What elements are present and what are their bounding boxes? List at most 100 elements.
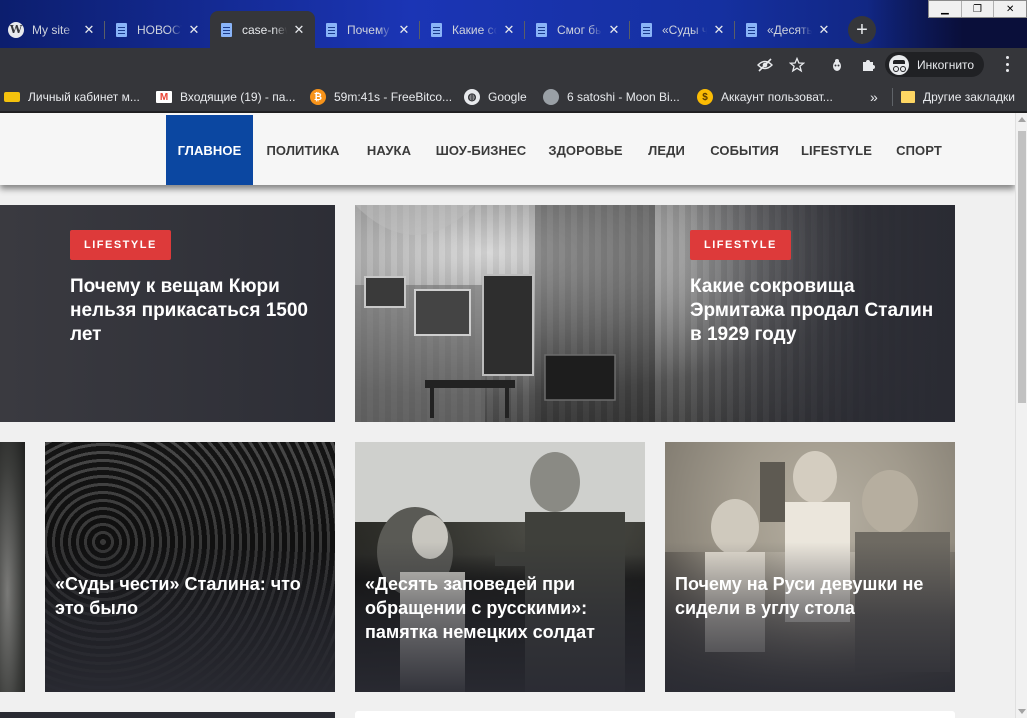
- gmail-icon: M: [156, 91, 172, 103]
- bookmark-item[interactable]: 6 satoshi - Moon Bi...: [543, 88, 680, 106]
- bookmark-label: Личный кабинет м...: [28, 90, 140, 104]
- bookmark-item[interactable]: $ Аккаунт пользоват...: [697, 88, 833, 106]
- scroll-down-icon[interactable]: [1018, 709, 1026, 714]
- tab-sudy[interactable]: «Суды чести» ✕: [630, 11, 735, 48]
- bookmark-label: 59m:41s - FreeBitco...: [334, 90, 453, 104]
- tab-title: My site: [32, 22, 71, 37]
- moon-icon: [543, 89, 559, 105]
- site-nav: Главное Политика Наука Шоу-бизнес Здоров…: [0, 113, 1015, 185]
- document-icon: [638, 22, 654, 38]
- tab-list: W My site ✕ НОВОСТИ ✕ case-news ✕ Почему…: [0, 11, 840, 48]
- nav-item-sport[interactable]: Спорт: [883, 115, 955, 185]
- article-headline[interactable]: Почему на Руси девушки не сидели в углу …: [675, 572, 950, 620]
- bookmark-label: Входящие (19) - па...: [180, 90, 296, 104]
- minimize-icon[interactable]: ▁: [929, 1, 962, 17]
- bookmark-item[interactable]: ◍ Google: [464, 88, 527, 106]
- nav-item-show-business[interactable]: Шоу-бизнес: [425, 115, 537, 185]
- close-icon[interactable]: ✕: [501, 22, 517, 38]
- scroll-thumb[interactable]: [1018, 131, 1026, 403]
- page-scrollbar[interactable]: [1015, 113, 1027, 718]
- featured-card-hermitage[interactable]: LIFESTYLE Какие сокровища Эрмитажа прода…: [355, 205, 955, 422]
- category-badge[interactable]: LIFESTYLE: [690, 230, 791, 260]
- document-icon: [113, 22, 129, 38]
- article-card-desyat-zapovedey[interactable]: «Десять заповедей при обращении с русски…: [355, 442, 645, 692]
- other-bookmarks[interactable]: Другие закладки: [892, 88, 1015, 106]
- tab-my-site[interactable]: W My site ✕: [0, 11, 105, 48]
- tab-title: НОВОСТИ: [137, 22, 182, 37]
- dollar-icon: $: [697, 89, 713, 105]
- featured-card-curie[interactable]: LIFESTYLE Почему к вещам Кюри нельзя при…: [0, 205, 335, 422]
- tab-case-news[interactable]: case-news ✕: [210, 11, 315, 48]
- eye-off-icon[interactable]: [754, 54, 776, 76]
- tab-title: Почему к вещам: [347, 22, 392, 37]
- nav-item-ledi[interactable]: Леди: [634, 115, 699, 185]
- tab-title: «Суды чести»: [662, 22, 707, 37]
- browser-menu-icon[interactable]: [1005, 56, 1009, 72]
- next-widget-edge: [355, 711, 955, 718]
- document-icon: [533, 22, 549, 38]
- close-icon[interactable]: ✕: [291, 22, 307, 38]
- close-icon[interactable]: ✕: [396, 22, 412, 38]
- tab-pochemu[interactable]: Почему к вещам ✕: [315, 11, 420, 48]
- tab-strip: W My site ✕ НОВОСТИ ✕ case-news ✕ Почему…: [0, 0, 1027, 48]
- bookmark-label: Аккаунт пользоват...: [721, 90, 833, 104]
- card-icon: [4, 92, 20, 102]
- bookmark-label: 6 satoshi - Moon Bi...: [567, 90, 680, 104]
- bookmarks-bar: Личный кабинет м... M Входящие (19) - па…: [0, 81, 1027, 112]
- close-icon[interactable]: ✕: [186, 22, 202, 38]
- incognito-badge[interactable]: Инкогнито: [885, 52, 985, 77]
- document-icon: [743, 22, 759, 38]
- article-card-sudy-chesti[interactable]: «Суды чести» Сталина: что это было: [45, 442, 335, 692]
- close-icon[interactable]: ✕: [606, 22, 622, 38]
- incognito-label: Инкогнито: [917, 57, 975, 72]
- globe-icon: ◍: [464, 89, 480, 105]
- article-card-partial[interactable]: [0, 442, 25, 692]
- bookmark-item[interactable]: M Входящие (19) - па...: [156, 88, 295, 106]
- document-icon: [218, 22, 234, 38]
- article-headline[interactable]: Какие сокровища Эрмитажа продал Сталин в…: [690, 275, 940, 347]
- other-bookmarks-label: Другие закладки: [923, 90, 1015, 104]
- bookmark-label: Google: [488, 90, 527, 104]
- tab-smog[interactable]: Смог бы ✕: [525, 11, 630, 48]
- star-icon[interactable]: [786, 54, 808, 76]
- tab-title: case-news: [242, 22, 287, 37]
- browser-toolbar: Инкогнито: [0, 48, 1027, 81]
- bookmark-item[interactable]: Личный кабинет м...: [4, 88, 140, 106]
- nav-item-zdorovie[interactable]: Здоровье: [537, 115, 634, 185]
- article-headline[interactable]: «Суды чести» Сталина: что это было: [55, 572, 330, 620]
- article-headline[interactable]: «Десять заповедей при обращении с русски…: [365, 572, 640, 644]
- nav-item-nauka[interactable]: Наука: [353, 115, 425, 185]
- article-headline[interactable]: Почему к вещам Кюри нельзя прикасаться 1…: [70, 275, 320, 347]
- tab-kakie[interactable]: Какие сокровища ✕: [420, 11, 525, 48]
- nav-item-glavnoe[interactable]: Главное: [166, 115, 253, 185]
- window-controls: ▁ ❐ ✕: [928, 0, 1027, 18]
- tab-desyat[interactable]: «Десять заповедей ✕: [735, 11, 840, 48]
- bookmark-item[interactable]: ₿ 59m:41s - FreeBitco...: [310, 88, 452, 106]
- tab-title: Смог бы: [557, 22, 602, 37]
- tab-title: Какие сокровища: [452, 22, 497, 37]
- nav-item-sobytiya[interactable]: События: [699, 115, 790, 185]
- close-icon[interactable]: ✕: [816, 22, 832, 38]
- tab-title: «Десять заповедей: [767, 22, 812, 37]
- wordpress-icon: W: [8, 21, 24, 38]
- extension-bug-icon[interactable]: [826, 54, 848, 76]
- nav-item-politika[interactable]: Политика: [253, 115, 353, 185]
- incognito-icon: [889, 54, 909, 75]
- folder-icon: [901, 91, 915, 103]
- document-icon: [323, 22, 339, 38]
- category-badge[interactable]: LIFESTYLE: [70, 230, 171, 260]
- article-image: [0, 442, 25, 692]
- close-window-icon[interactable]: ✕: [994, 1, 1026, 17]
- article-card-devushki-ugol-stola[interactable]: Почему на Руси девушки не сидели в углу …: [665, 442, 955, 692]
- nav-item-lifestyle[interactable]: Lifestyle: [790, 115, 883, 185]
- close-icon[interactable]: ✕: [81, 22, 97, 38]
- close-icon[interactable]: ✕: [711, 22, 727, 38]
- bookmarks-overflow-button[interactable]: »: [870, 88, 878, 106]
- new-tab-button[interactable]: +: [848, 16, 876, 44]
- document-icon: [428, 22, 444, 38]
- scroll-up-icon[interactable]: [1018, 117, 1026, 122]
- bitcoin-icon: ₿: [310, 89, 326, 105]
- tab-novosti[interactable]: НОВОСТИ ✕: [105, 11, 210, 48]
- restore-icon[interactable]: ❐: [962, 1, 995, 17]
- puzzle-icon[interactable]: [857, 54, 879, 76]
